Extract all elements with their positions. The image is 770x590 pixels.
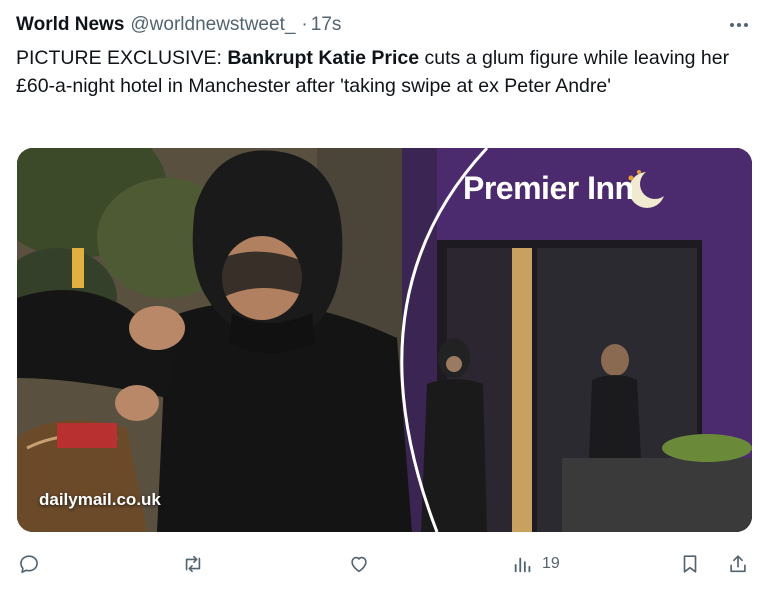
tweet-actions: 19 <box>0 548 770 580</box>
author-display-name[interactable]: World News <box>16 14 124 36</box>
sign-premier-inn: Premier Inn <box>463 170 634 206</box>
views-button[interactable]: 19 <box>512 552 560 576</box>
tweet-text-bold: Bankrupt Katie Price <box>227 47 420 69</box>
share-button[interactable] <box>727 552 749 576</box>
reply-button[interactable] <box>18 552 40 576</box>
more-horizontal-icon <box>730 23 748 27</box>
bookmark-icon <box>683 555 697 573</box>
author-handle[interactable]: @worldnewstweet_ <box>130 14 295 36</box>
more-options-button[interactable] <box>726 14 752 36</box>
reply-icon <box>20 555 38 574</box>
repost-button[interactable] <box>182 552 204 576</box>
image-watermark: dailymail.co.uk <box>39 490 161 509</box>
tweet-header: World News @worldnewstweet_ · 17s <box>16 13 341 37</box>
tweet-text: PICTURE EXCLUSIVE: Bankrupt Katie Price … <box>16 44 756 100</box>
tweet-media-image[interactable]: Premier Inn dailymail.co.uk <box>17 148 752 532</box>
separator-dot: · <box>301 14 308 35</box>
views-icon <box>514 557 531 573</box>
post-timestamp[interactable]: 17s <box>311 14 342 36</box>
bookmark-button[interactable] <box>679 552 701 576</box>
like-icon <box>351 556 367 573</box>
repost-icon <box>185 555 201 573</box>
tweet[interactable]: World News @worldnewstweet_ · 17s PICTUR… <box>0 0 770 590</box>
like-button[interactable] <box>348 552 370 576</box>
share-icon <box>730 555 746 573</box>
views-count: 19 <box>542 555 560 572</box>
tweet-text-prefix: PICTURE EXCLUSIVE: <box>16 47 228 69</box>
photo-illustration <box>17 148 752 532</box>
